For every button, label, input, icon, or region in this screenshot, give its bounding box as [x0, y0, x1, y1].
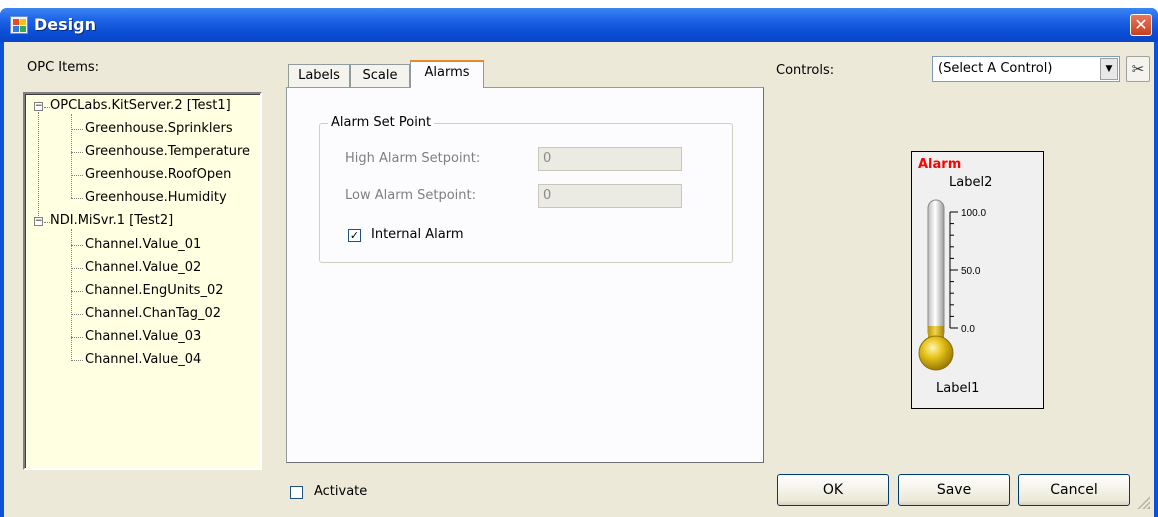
resize-grip-icon[interactable] [1136, 495, 1150, 509]
high-alarm-input[interactable]: 0 [538, 147, 682, 171]
tab-scale[interactable]: Scale [350, 64, 410, 88]
low-alarm-label: Low Alarm Setpoint: [345, 188, 476, 203]
tree-server-2[interactable]: NDI.MiSvr.1 [Test2] [50, 213, 173, 228]
window-title: Design [34, 15, 96, 34]
tab-alarms[interactable]: Alarms [410, 60, 484, 88]
scissors-icon[interactable]: ✂ [1126, 56, 1150, 82]
cancel-button[interactable]: Cancel [1018, 474, 1130, 506]
tick-label-100: 100.0 [961, 208, 986, 219]
thermometer-tube [927, 199, 945, 341]
thermometer-bulb [918, 335, 954, 371]
title-bar[interactable]: Design ✕ [0, 8, 1158, 42]
tree-item[interactable]: Channel.Value_04 [85, 352, 201, 367]
tree-item[interactable]: Channel.EngUnits_02 [85, 283, 224, 298]
tree-item[interactable]: Greenhouse.RoofOpen [85, 167, 231, 182]
tree-item[interactable]: Channel.Value_01 [85, 237, 201, 252]
tree-item[interactable]: Channel.Value_03 [85, 329, 201, 344]
alarm-set-point-group: Alarm Set Point High Alarm Setpoint: 0 L… [319, 115, 733, 263]
tree-item[interactable]: Greenhouse.Humidity [85, 190, 227, 205]
control-preview: Alarm Label2 100.0 50.0 0.0 Label1 [911, 151, 1044, 409]
tree-item[interactable]: Greenhouse.Temperature [85, 144, 250, 159]
tick-label-0: 0.0 [961, 324, 975, 335]
tab-labels[interactable]: Labels [288, 64, 350, 88]
tree-item[interactable]: Channel.Value_02 [85, 260, 201, 275]
opc-items-tree[interactable]: − OPCLabs.KitServer.2 [Test1] Greenhouse… [23, 92, 262, 470]
high-alarm-label: High Alarm Setpoint: [345, 151, 481, 166]
label1-text: Label1 [936, 381, 980, 396]
save-button[interactable]: Save [898, 474, 1010, 506]
collapse-icon[interactable]: − [34, 102, 43, 111]
internal-alarm-checkbox[interactable]: ✓ [348, 229, 361, 242]
close-button[interactable]: ✕ [1130, 14, 1152, 36]
activate-checkbox[interactable] [290, 486, 303, 499]
internal-alarm-label: Internal Alarm [371, 227, 464, 242]
low-alarm-input[interactable]: 0 [538, 184, 682, 208]
group-title: Alarm Set Point [328, 115, 435, 130]
app-icon [10, 16, 28, 34]
control-select-value: (Select A Control) [938, 61, 1053, 76]
tree-item[interactable]: Channel.ChanTag_02 [85, 306, 221, 321]
controls-label: Controls: [776, 63, 835, 78]
alarms-panel: Alarm Set Point High Alarm Setpoint: 0 L… [286, 87, 764, 463]
scale-ticks [950, 211, 958, 329]
tree-item[interactable]: Greenhouse.Sprinklers [85, 121, 233, 136]
ok-button[interactable]: OK [777, 474, 889, 506]
tree-server-1[interactable]: OPCLabs.KitServer.2 [Test1] [50, 98, 231, 113]
collapse-icon[interactable]: − [34, 217, 43, 226]
tick-label-50: 50.0 [961, 266, 981, 277]
thermometer-gauge: 100.0 50.0 0.0 [918, 199, 986, 371]
activate-label: Activate [314, 484, 368, 499]
control-select[interactable]: (Select A Control) ▼ [932, 56, 1120, 82]
chevron-down-icon[interactable]: ▼ [1100, 58, 1118, 80]
opc-items-label: OPC Items: [27, 60, 100, 75]
